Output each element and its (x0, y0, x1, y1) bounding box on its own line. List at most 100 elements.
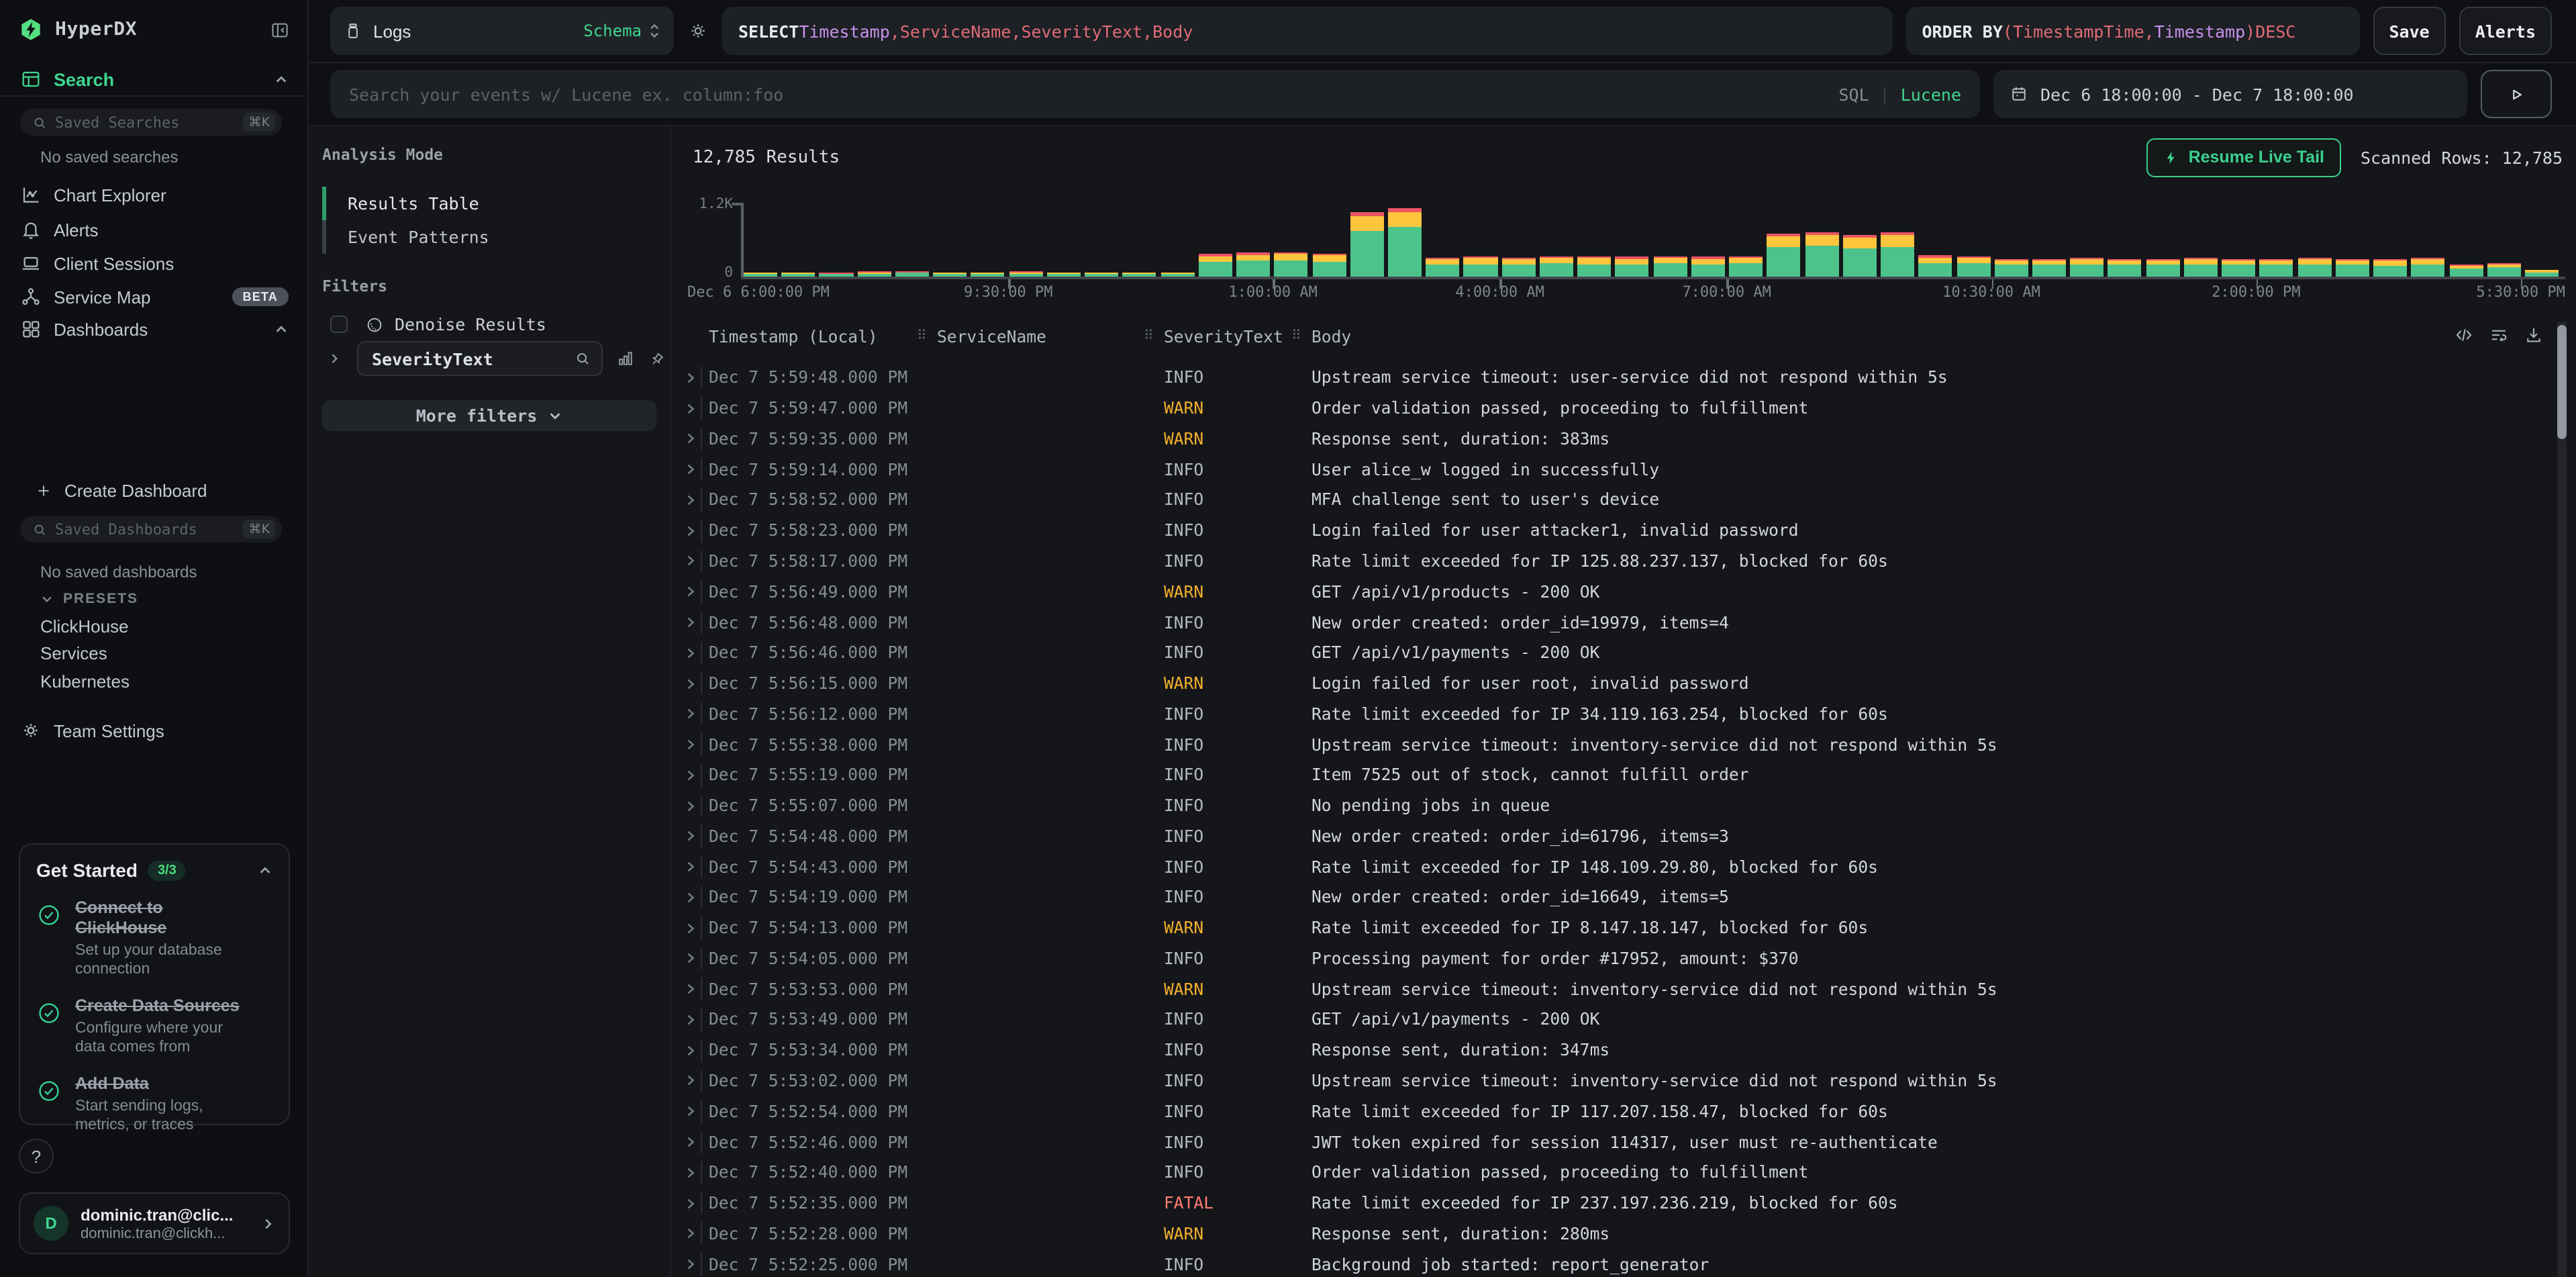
preset-kubernetes-link[interactable]: Kubernetes (40, 671, 130, 692)
histogram-bar[interactable] (2373, 260, 2407, 277)
events-histogram[interactable]: 1.2K 0 Dec 6 6:00:00 PM9:30:00 PM1:00:00… (671, 126, 2576, 301)
drag-handle-icon[interactable]: ⠿ (1144, 329, 1154, 344)
row-expand-icon[interactable] (671, 424, 709, 455)
log-row[interactable]: Dec 7 5:52:25.000 PMINFOBackground job s… (671, 1249, 2549, 1277)
sidebar-item-alerts[interactable]: Alerts (0, 215, 309, 244)
histogram-bar[interactable] (1275, 252, 1308, 277)
log-row[interactable]: Dec 7 5:52:35.000 PMFATALRate limit exce… (671, 1188, 2549, 1219)
chevron-up-icon[interactable] (274, 72, 289, 87)
histogram-bar[interactable] (1160, 272, 1194, 277)
get-started-step[interactable]: Add Data Start sending logs, metrics, or… (36, 1074, 273, 1135)
row-expand-icon[interactable] (671, 913, 709, 944)
drag-handle-icon[interactable]: ⠿ (917, 329, 927, 344)
time-range-picker[interactable]: Dec 6 18:00:00 - Dec 7 18:00:00 (1993, 70, 2467, 118)
event-search-field[interactable] (349, 84, 1838, 104)
histogram-bar[interactable] (1199, 254, 1232, 277)
histogram-bar[interactable] (857, 271, 891, 277)
get-started-step[interactable]: Create Data Sources Configure where your… (36, 996, 273, 1057)
sidebar-item-client-sessions[interactable]: Client Sessions (0, 248, 309, 278)
histogram-bar[interactable] (1691, 257, 1725, 277)
histogram-bar[interactable] (895, 271, 929, 277)
histogram-bar[interactable] (1312, 254, 1346, 277)
column-servicename[interactable]: ⠿ServiceName (937, 328, 1164, 349)
event-search-input[interactable]: SQL | Lucene (330, 70, 1980, 118)
log-row[interactable]: Dec 7 5:58:52.000 PMINFOMFA challenge se… (671, 485, 2549, 516)
saved-searches-input[interactable]: ⌘K (20, 109, 282, 136)
histogram-bar[interactable] (2146, 259, 2179, 277)
histogram-bar[interactable] (1956, 256, 1990, 277)
sql-select-input[interactable]: SELECT Timestamp,ServiceName,SeverityTex… (722, 7, 1892, 55)
log-row[interactable]: Dec 7 5:56:46.000 PMINFOGET /api/v1/paym… (671, 638, 2549, 669)
save-button[interactable]: Save (2373, 7, 2445, 55)
histogram-bar[interactable] (2525, 269, 2559, 277)
row-expand-icon[interactable] (671, 393, 709, 424)
preset-clickhouse-link[interactable]: ClickHouse (40, 616, 129, 636)
histogram-bar[interactable] (2184, 258, 2218, 277)
row-expand-icon[interactable] (671, 577, 709, 608)
chevron-up-icon[interactable] (258, 863, 273, 878)
log-row[interactable]: Dec 7 5:59:48.000 PMINFOUpstream service… (671, 363, 2549, 393)
histogram-bar[interactable] (2449, 265, 2483, 277)
preset-services-link[interactable]: Services (40, 643, 107, 663)
row-expand-icon[interactable] (671, 699, 709, 730)
denoise-checkbox[interactable] (330, 316, 348, 333)
sidebar-item-chart-explorer[interactable]: Chart Explorer (0, 180, 309, 209)
row-expand-icon[interactable] (671, 821, 709, 852)
histogram-bar[interactable] (1577, 256, 1611, 277)
row-expand-icon[interactable] (671, 363, 709, 393)
histogram-bar[interactable] (2260, 259, 2293, 277)
histogram-bar[interactable] (1805, 233, 1838, 277)
log-row[interactable]: Dec 7 5:55:19.000 PMINFOItem 7525 out of… (671, 760, 2549, 791)
log-row[interactable]: Dec 7 5:53:49.000 PMINFOGET /api/v1/paym… (671, 1004, 2549, 1035)
histogram-bar[interactable] (1919, 256, 1952, 277)
row-expand-icon[interactable] (671, 852, 709, 883)
histogram-bar[interactable] (1047, 272, 1081, 277)
histogram-bar[interactable] (2297, 258, 2331, 277)
histogram-bar[interactable] (1843, 235, 1877, 277)
chevron-right-icon[interactable] (328, 352, 341, 365)
denoise-results-toggle[interactable]: Denoise Results (330, 314, 546, 334)
row-expand-icon[interactable] (671, 638, 709, 669)
create-dashboard-button[interactable]: Create Dashboard (0, 475, 309, 505)
log-row[interactable]: Dec 7 5:59:47.000 PMWARNOrder validation… (671, 393, 2549, 424)
analysis-mode-results-table[interactable]: Results Table (322, 187, 644, 220)
order-by-input[interactable]: ORDER BY (TimestampTime, Timestamp) DESC (1905, 7, 2359, 55)
sidebar-collapse-icon[interactable] (270, 19, 290, 40)
source-select[interactable]: Logs Schema (330, 7, 674, 55)
row-expand-icon[interactable] (671, 1066, 709, 1096)
row-expand-icon[interactable] (671, 1219, 709, 1249)
histogram-bar[interactable] (1653, 256, 1687, 277)
histogram-bar[interactable] (1767, 233, 1801, 277)
histogram-bar[interactable] (2070, 258, 2103, 277)
log-row[interactable]: Dec 7 5:52:46.000 PMINFOJWT token expire… (671, 1127, 2549, 1157)
column-timestamp[interactable]: Timestamp (Local) (709, 328, 937, 349)
saved-dashboards-field[interactable] (55, 520, 244, 538)
histogram-bar[interactable] (1350, 212, 1384, 277)
histogram-bar[interactable] (2487, 263, 2521, 277)
log-row[interactable]: Dec 7 5:56:49.000 PMWARNGET /api/v1/prod… (671, 577, 2549, 608)
histogram-bar[interactable] (781, 272, 815, 277)
histogram-bar[interactable] (1085, 272, 1118, 277)
log-row[interactable]: Dec 7 5:52:28.000 PMWARNResponse sent, d… (671, 1219, 2549, 1249)
sidebar-item-team-settings[interactable]: Team Settings (0, 716, 309, 745)
pin-icon[interactable] (648, 349, 667, 368)
log-row[interactable]: Dec 7 5:52:40.000 PMINFOOrder validation… (671, 1157, 2549, 1188)
log-row[interactable]: Dec 7 5:53:02.000 PMINFOUpstream service… (671, 1066, 2549, 1096)
histogram-bar[interactable] (2032, 259, 2066, 277)
histogram-plot[interactable] (744, 204, 2559, 277)
log-row[interactable]: Dec 7 5:54:13.000 PMWARNRate limit excee… (671, 913, 2549, 944)
histogram-bar[interactable] (2336, 258, 2369, 277)
row-expand-icon[interactable] (671, 943, 709, 974)
row-expand-icon[interactable] (671, 1096, 709, 1127)
get-started-header[interactable]: Get Started 3/3 (36, 859, 273, 881)
column-body[interactable]: ⠿Body (1311, 328, 2549, 349)
log-row[interactable]: Dec 7 5:52:54.000 PMINFORate limit excee… (671, 1096, 2549, 1127)
row-expand-icon[interactable] (671, 455, 709, 485)
get-started-step[interactable]: Connect to ClickHouse Set up your databa… (36, 898, 273, 979)
row-expand-icon[interactable] (671, 1188, 709, 1219)
log-row[interactable]: Dec 7 5:56:48.000 PMINFONew order create… (671, 607, 2549, 638)
log-row[interactable]: Dec 7 5:56:15.000 PMWARNLogin failed for… (671, 668, 2549, 699)
scrollbar-track[interactable] (2557, 322, 2567, 1277)
log-row[interactable]: Dec 7 5:58:17.000 PMINFORate limit excee… (671, 546, 2549, 577)
sidebar-item-search[interactable]: Search (0, 64, 309, 94)
